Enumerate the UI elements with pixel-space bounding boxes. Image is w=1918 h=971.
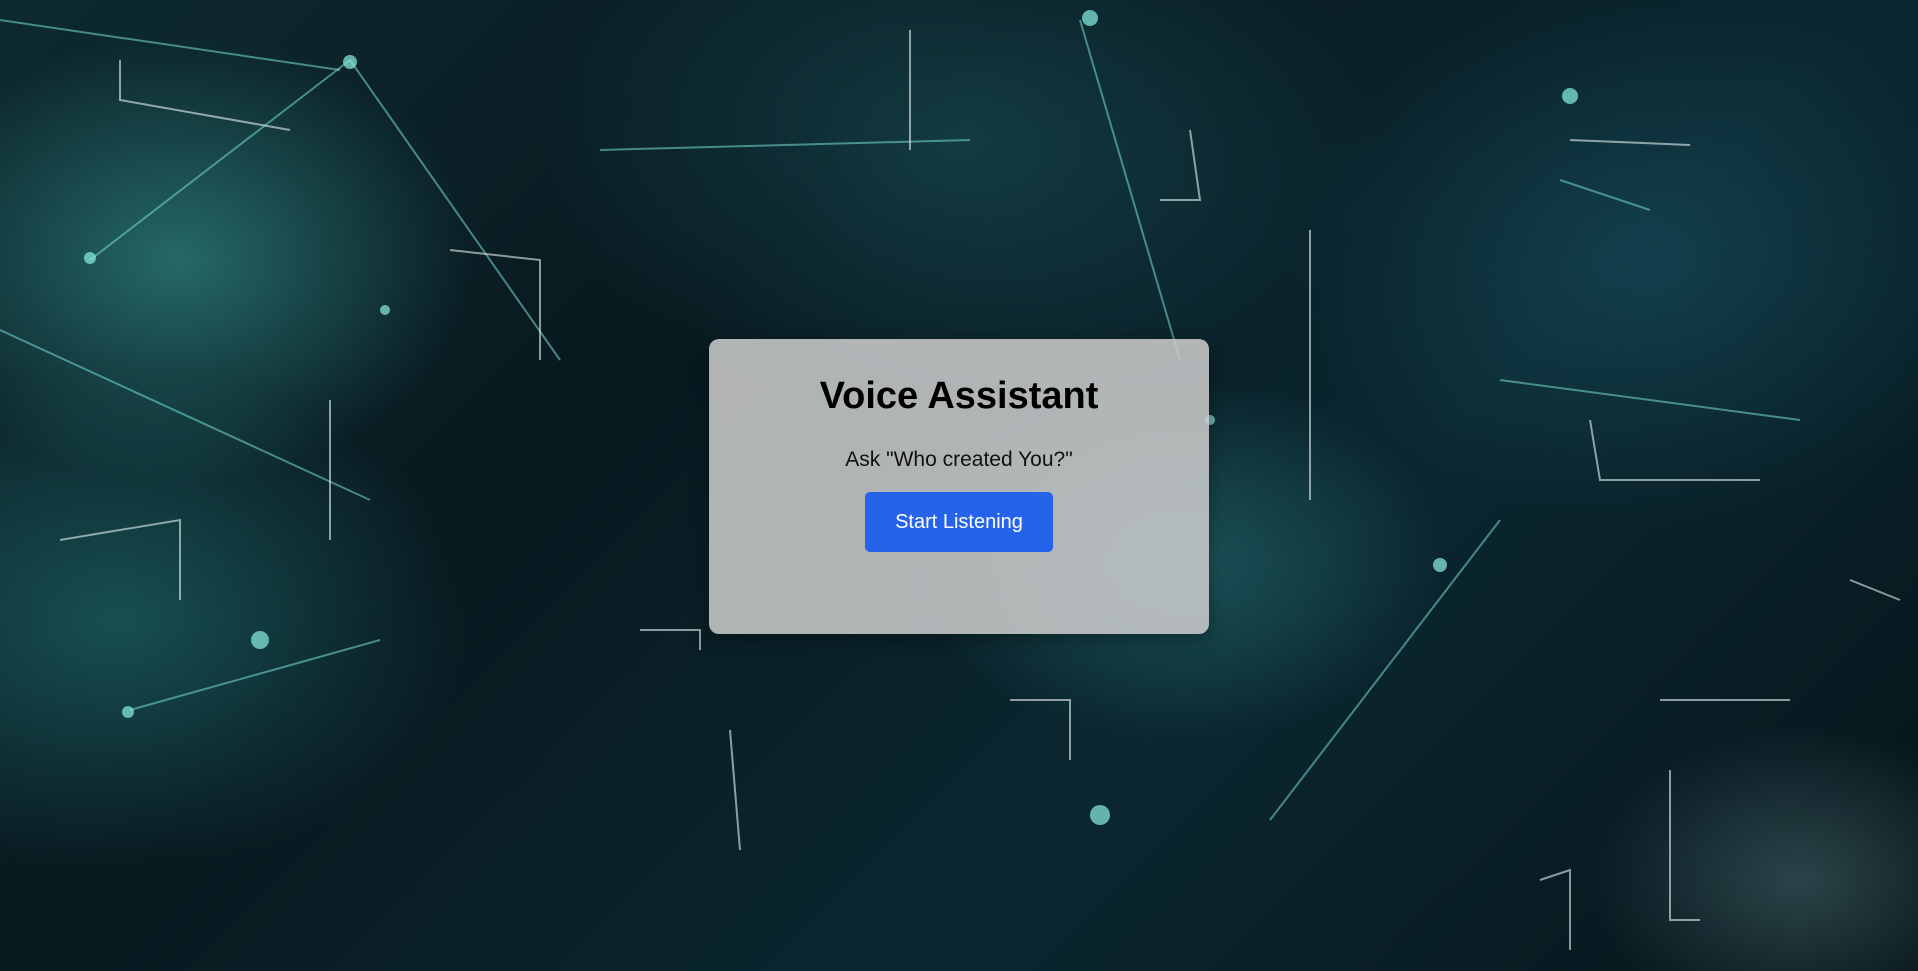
- page-title: Voice Assistant: [819, 375, 1099, 417]
- start-listening-button[interactable]: Start Listening: [865, 492, 1053, 552]
- voice-assistant-card: Voice Assistant Ask "Who created You?" S…: [709, 339, 1209, 634]
- prompt-text: Ask "Who created You?": [845, 448, 1073, 471]
